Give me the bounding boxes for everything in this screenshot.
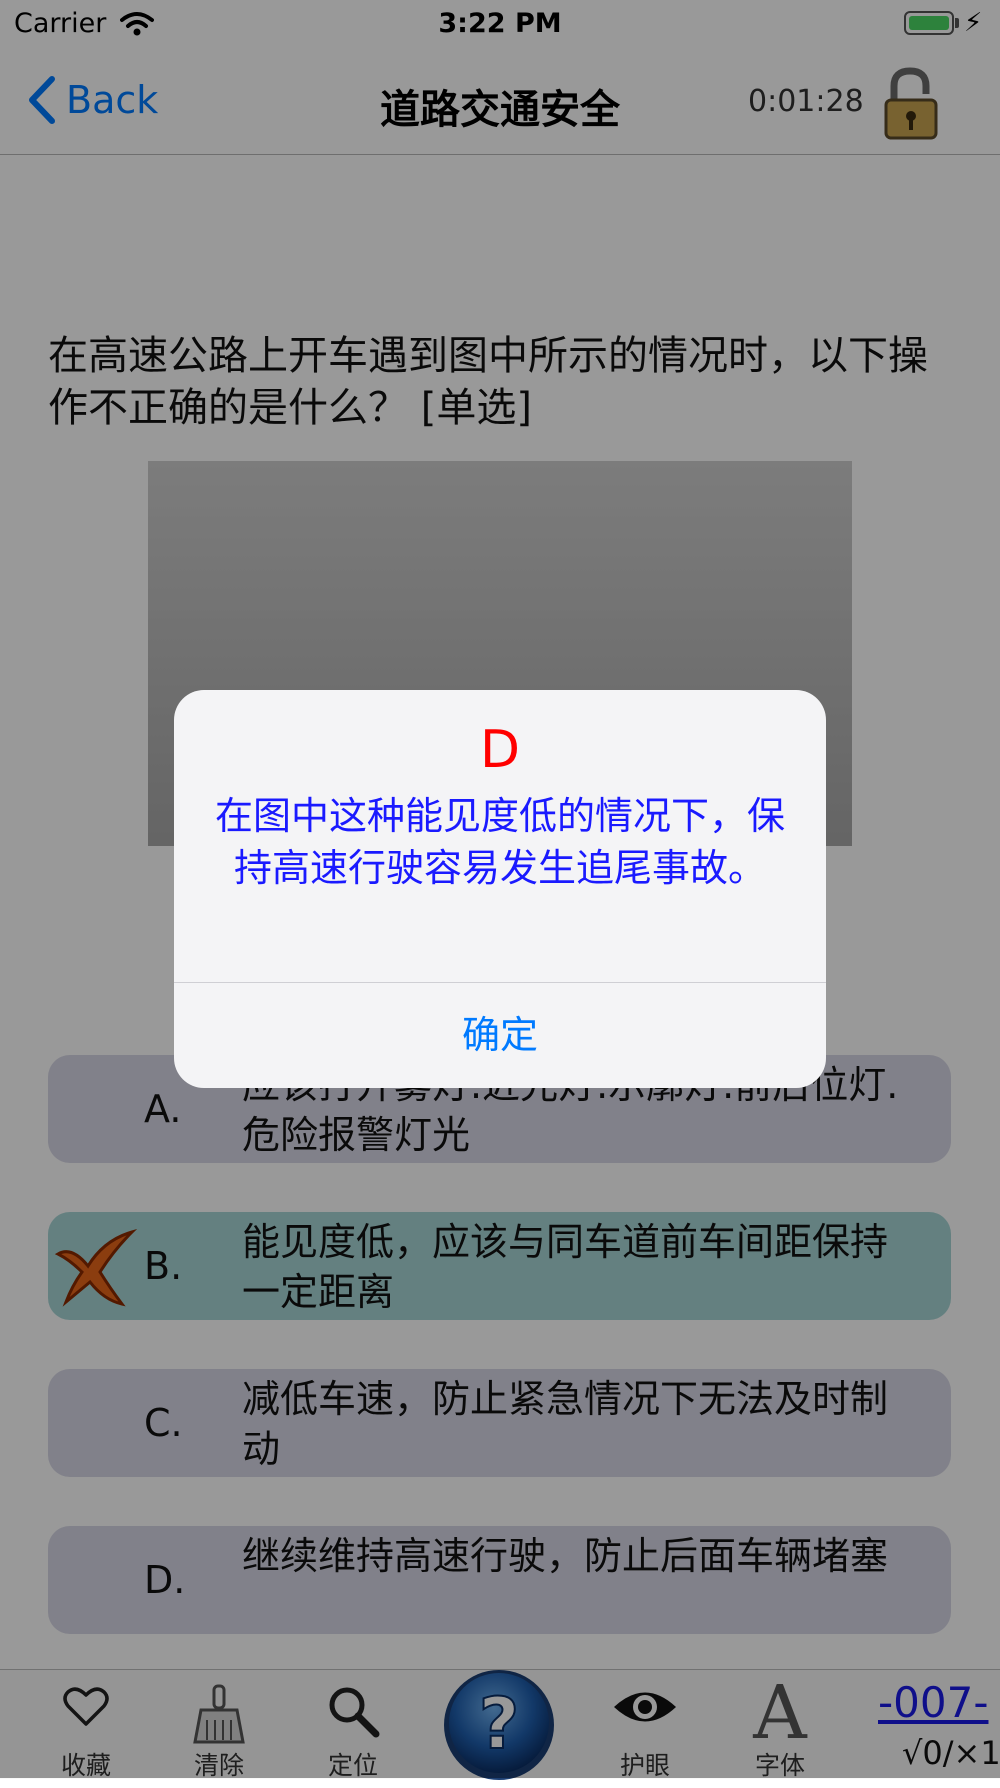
alert-message: 在图中这种能见度低的情况下，保持高速行驶容易发生追尾事故。 <box>214 794 785 890</box>
alert-body: D 在图中这种能见度低的情况下，保持高速行驶容易发生追尾事故。 <box>174 690 826 983</box>
alert-title: D <box>479 720 521 780</box>
answer-alert: D 在图中这种能见度低的情况下，保持高速行驶容易发生追尾事故。 确定 <box>174 690 826 1088</box>
confirm-button[interactable]: 确定 <box>174 983 826 1088</box>
